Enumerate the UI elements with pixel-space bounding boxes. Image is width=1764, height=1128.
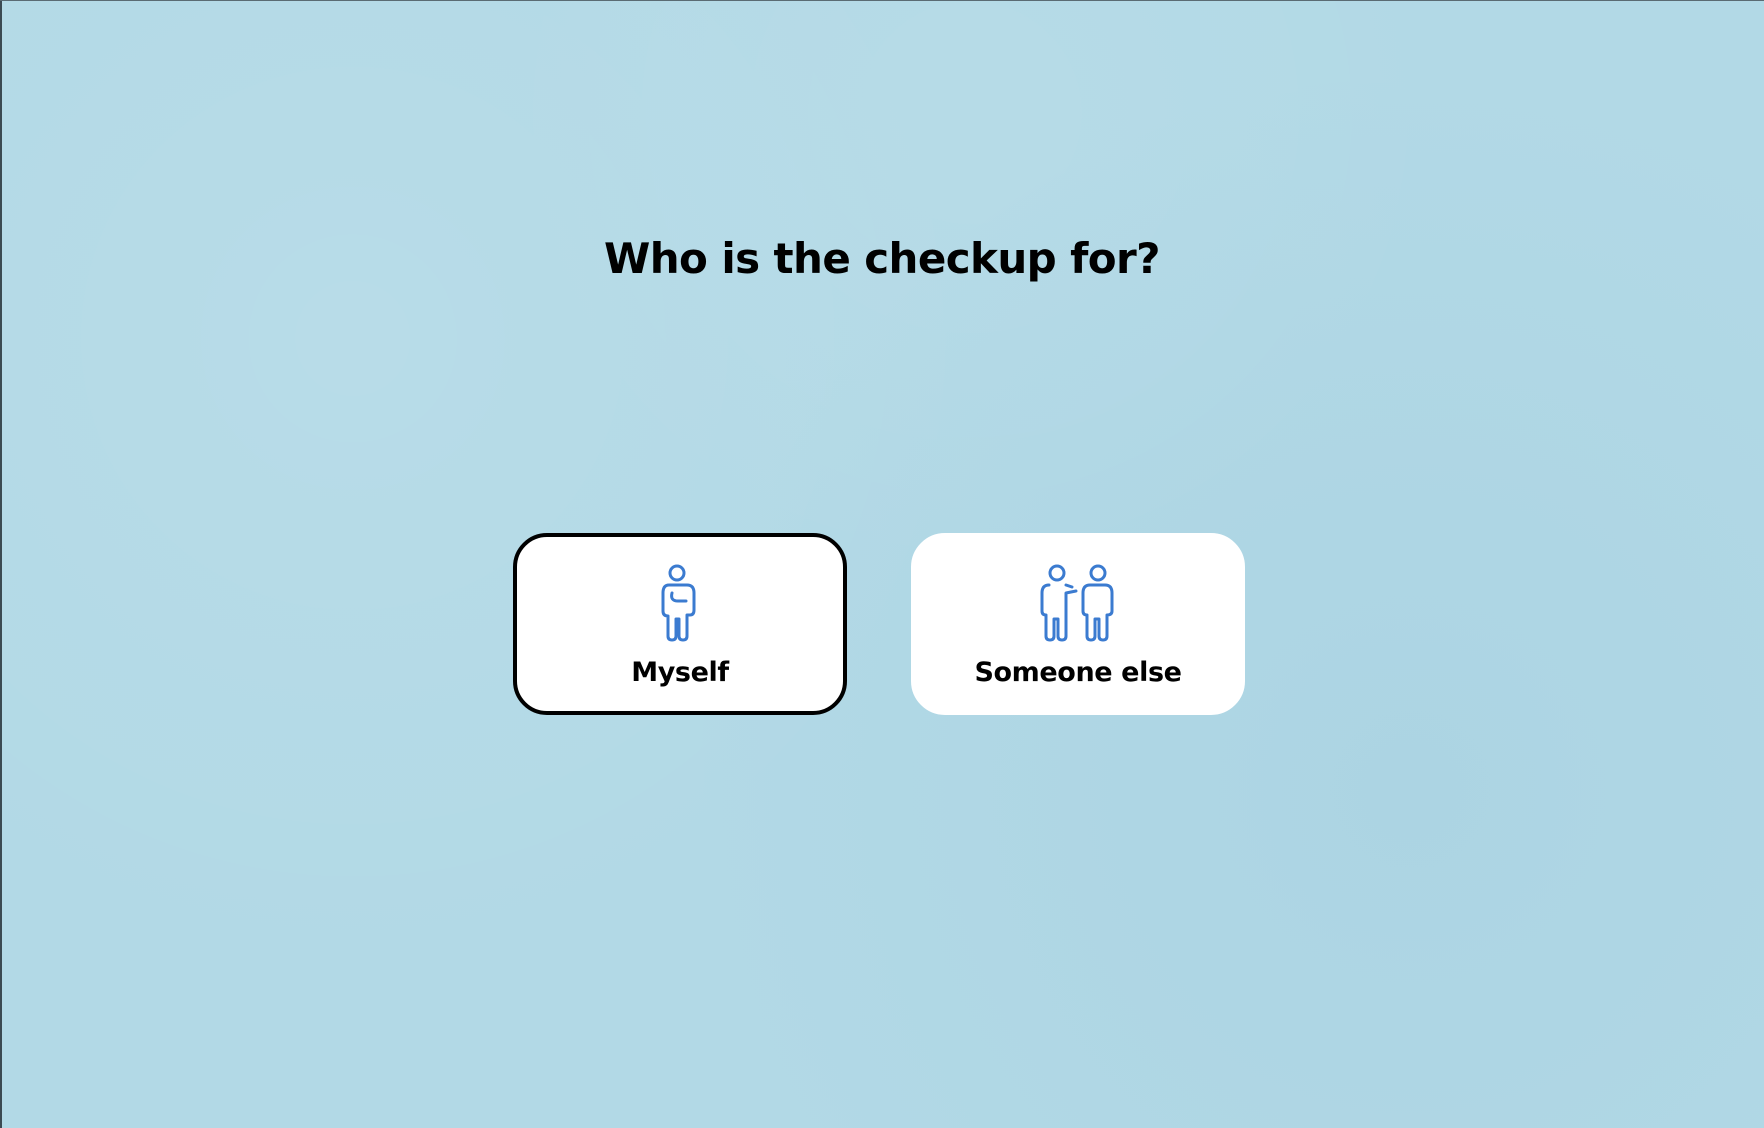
option-someone-else-label: Someone else — [974, 657, 1182, 688]
option-myself-card[interactable]: Myself — [513, 533, 847, 715]
person-icon — [517, 563, 843, 643]
option-myself-label: Myself — [631, 657, 729, 688]
window-left-edge — [0, 0, 2, 1128]
window-top-edge — [0, 0, 1764, 1]
option-someone-else-card[interactable]: Someone else — [911, 533, 1245, 715]
page-title: Who is the checkup for? — [604, 234, 1161, 283]
two-people-icon — [915, 563, 1241, 643]
